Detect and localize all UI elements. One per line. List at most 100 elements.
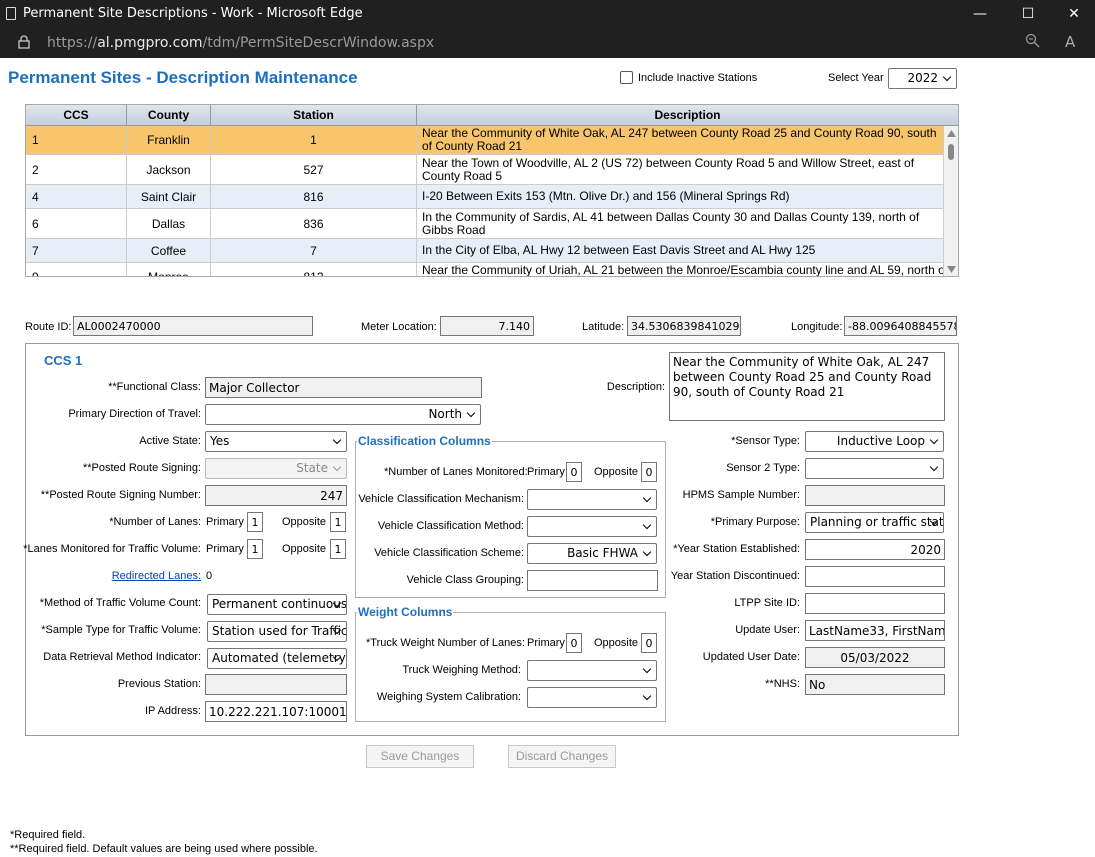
cell-ccs: 7	[26, 239, 127, 262]
footnote-default-required: **Required field. Default values are bei…	[10, 843, 318, 855]
functional-class-field[interactable]: Major Collector	[205, 377, 482, 398]
save-changes-button[interactable]: Save Changes	[366, 745, 474, 768]
cell-county: Franklin	[127, 126, 211, 154]
weight-lanes-label: *Truck Weight Number of Lanes:	[366, 637, 525, 649]
col-ccs[interactable]: CCS	[26, 105, 127, 126]
cell-county: Saint Clair	[127, 185, 211, 208]
weighing-calibration-select[interactable]	[527, 687, 657, 708]
col-station[interactable]: Station	[211, 105, 417, 126]
table-row[interactable]: 6 Dallas 836 In the Community of Sardis,…	[26, 209, 944, 239]
url-text[interactable]: https://al.pmgpro.com/tdm/PermSiteDescrW…	[47, 35, 434, 51]
col-description[interactable]: Description	[417, 105, 958, 126]
weight-lanes-opposite-field[interactable]: 0	[641, 633, 657, 653]
lanes-monitored-primary-field[interactable]: 1	[247, 539, 263, 559]
primary-purpose-select[interactable]: Planning or traffic stati	[805, 512, 944, 533]
retrieval-method-select[interactable]: Automated (telemetry)	[207, 648, 347, 669]
close-button[interactable]: ✕	[1051, 2, 1095, 26]
lanes-monitored-label: *Lanes Monitored for Traffic Volume:	[23, 543, 201, 555]
posted-signing-select[interactable]: State	[205, 458, 347, 479]
year-discontinued-field[interactable]	[805, 566, 945, 587]
weighing-calibration-label: Weighing System Calibration:	[376, 691, 521, 703]
scroll-thumb[interactable]	[948, 144, 954, 160]
class-lanes-opposite-field[interactable]: 0	[641, 462, 657, 482]
posted-number-field[interactable]: 247	[205, 485, 347, 506]
cell-description: In the City of Elba, AL Hwy 12 between E…	[417, 239, 944, 262]
weighing-method-select[interactable]	[527, 660, 657, 681]
nhs-field[interactable]: No	[805, 674, 945, 695]
cell-station: 7	[211, 239, 417, 262]
year-select[interactable]: 2022	[888, 68, 957, 89]
weight-lanes-primary-field[interactable]: 0	[566, 633, 582, 653]
num-lanes-primary-field[interactable]: 1	[247, 512, 263, 532]
cell-station: 1	[211, 126, 417, 154]
redirected-lanes-link[interactable]: Redirected Lanes:	[112, 570, 201, 582]
weight-legend: Weight Columns	[357, 605, 454, 619]
class-method-select[interactable]	[527, 516, 657, 537]
num-lanes-opposite-field[interactable]: 1	[330, 512, 346, 532]
discard-changes-button[interactable]: Discard Changes	[508, 745, 616, 768]
scroll-up-icon[interactable]	[947, 130, 956, 137]
active-state-label: Active State:	[139, 435, 201, 447]
sensor2-type-select[interactable]	[805, 458, 944, 479]
nhs-label: **NHS:	[765, 678, 800, 690]
latitude-field[interactable]: 34.5306839841029	[627, 316, 741, 336]
read-aloud-icon[interactable]: A	[1065, 33, 1075, 51]
cell-station: 812	[211, 263, 417, 276]
ltpp-label: LTPP Site ID:	[734, 597, 800, 609]
cell-county: Monroe	[127, 263, 211, 276]
table-row[interactable]: 7 Coffee 7 In the City of Elba, AL Hwy 1…	[26, 239, 944, 263]
year-established-field[interactable]: 2020	[805, 539, 945, 560]
ip-address-field[interactable]: 10.222.221.107:10001	[205, 701, 347, 722]
select-year-label: Select Year	[828, 72, 884, 84]
hpms-field[interactable]	[805, 485, 945, 506]
meter-location-field[interactable]: 7.140	[440, 316, 534, 336]
class-mechanism-label: Vehicle Classification Mechanism:	[358, 493, 524, 505]
cell-station: 816	[211, 185, 417, 208]
method-count-select[interactable]: Permanent continuous	[207, 594, 347, 615]
update-date-field[interactable]: 05/03/2022	[805, 647, 945, 668]
minimize-button[interactable]: —	[957, 2, 1003, 26]
class-scheme-select[interactable]: Basic FHWA	[527, 543, 657, 564]
lanes-monitored-opposite-label: Opposite	[282, 543, 327, 555]
longitude-field[interactable]: -88.0096408845578	[844, 316, 957, 336]
previous-station-field[interactable]	[205, 674, 347, 695]
class-lanes-primary-label: Primary	[527, 466, 565, 478]
class-lanes-primary-field[interactable]: 0	[566, 462, 582, 482]
include-inactive-label: Include Inactive Stations	[638, 72, 758, 84]
table-row[interactable]: 2 Jackson 527 Near the Town of Woodville…	[26, 155, 944, 185]
description-textarea[interactable]: Near the Community of White Oak, AL 247 …	[669, 352, 945, 421]
update-user-label: Update User:	[735, 624, 800, 636]
page-title: Permanent Sites - Description Maintenanc…	[8, 68, 358, 87]
class-grouping-field[interactable]	[527, 570, 658, 591]
cell-ccs: 6	[26, 209, 127, 238]
sensor-type-label: *Sensor Type:	[731, 435, 800, 447]
direction-select[interactable]: North	[205, 404, 481, 425]
table-row[interactable]: 1 Franklin 1 Near the Community of White…	[26, 126, 944, 155]
latitude-label: Latitude:	[582, 321, 625, 333]
sensor-type-select[interactable]: Inductive Loop	[805, 431, 944, 452]
update-user-field[interactable]: LastName33, FirstName33	[805, 620, 945, 641]
class-mechanism-select[interactable]	[527, 489, 657, 510]
year-established-label: *Year Station Established:	[673, 543, 800, 555]
ltpp-field[interactable]	[805, 593, 945, 614]
col-county[interactable]: County	[127, 105, 211, 126]
sensor2-type-label: Sensor 2 Type:	[726, 462, 800, 474]
window-title: Permanent Site Descriptions - Work - Mic…	[23, 6, 363, 21]
grid-scrollbar[interactable]	[944, 126, 958, 276]
meter-location-label: Meter Location:	[361, 321, 437, 333]
table-row[interactable]: 4 Saint Clair 816 I-20 Between Exits 153…	[26, 185, 944, 209]
sample-type-select[interactable]: Station used for Traffic	[207, 621, 347, 642]
year-discontinued-label: Year Station Discontinued:	[670, 570, 800, 582]
route-id-field[interactable]: AL0002470000	[73, 316, 313, 336]
table-row[interactable]: 9 Monroe 812 Near the Community of Uriah…	[26, 263, 944, 276]
maximize-button[interactable]: ☐	[1005, 2, 1051, 26]
cell-description: Near the Community of White Oak, AL 247 …	[417, 126, 944, 154]
zoom-icon[interactable]	[1025, 33, 1040, 52]
cell-description: In the Community of Sardis, AL 41 betwee…	[417, 209, 944, 238]
page-icon	[6, 7, 16, 20]
include-inactive-checkbox[interactable]	[620, 71, 633, 84]
active-state-select[interactable]: Yes	[205, 431, 347, 452]
scroll-down-icon[interactable]	[947, 266, 956, 273]
cell-county: Dallas	[127, 209, 211, 238]
lanes-monitored-opposite-field[interactable]: 1	[330, 539, 346, 559]
